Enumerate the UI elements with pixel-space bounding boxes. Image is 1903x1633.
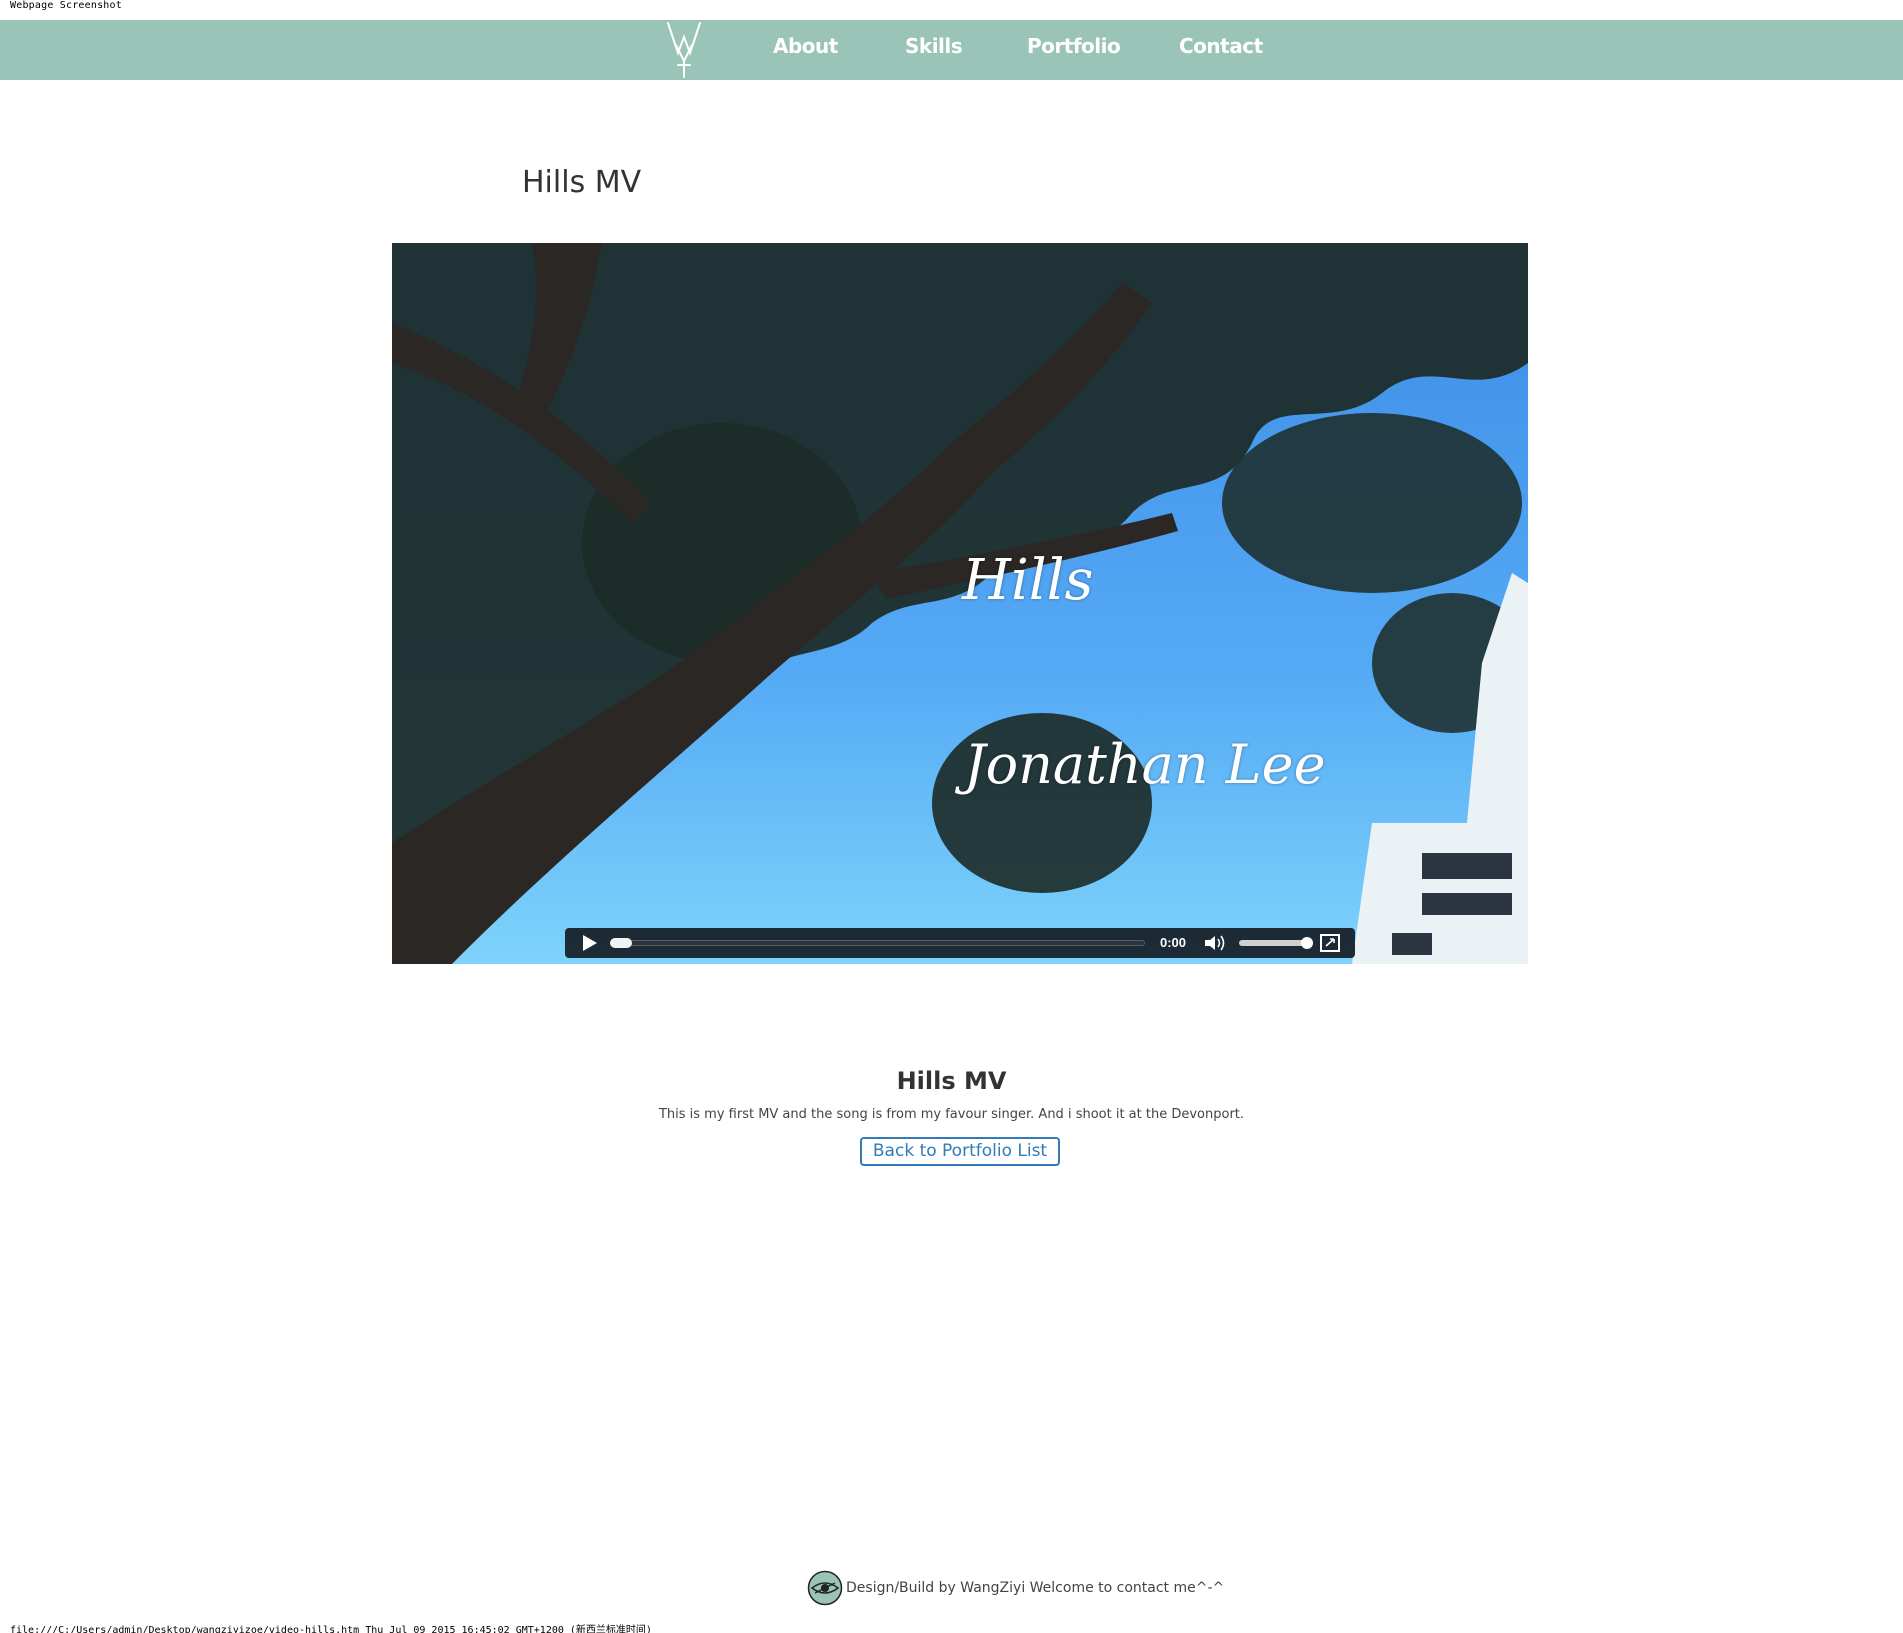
play-icon[interactable] — [579, 934, 599, 952]
volume-icon[interactable] — [1203, 934, 1227, 952]
progress-thumb[interactable] — [610, 938, 632, 948]
back-to-portfolio-button[interactable]: Back to Portfolio List — [860, 1137, 1060, 1166]
video-description: This is my first MV and the song is from… — [658, 1107, 1245, 1122]
nav-about[interactable]: About — [773, 34, 838, 58]
navbar: About Skills Portfolio Contact — [0, 20, 1903, 80]
volume-slider[interactable] — [1239, 937, 1313, 949]
video-player[interactable]: Hills Jonathan Lee 0:00 — [392, 243, 1528, 964]
nav-portfolio[interactable]: Portfolio — [1027, 34, 1121, 58]
volume-thumb[interactable] — [1301, 937, 1313, 949]
video-frame — [392, 243, 1528, 964]
video-details-title: Hills MV — [896, 1067, 1007, 1095]
main-nav: About Skills Portfolio Contact — [0, 20, 1903, 80]
print-header: Webpage Screenshot — [10, 0, 122, 11]
time-display: 0:00 — [1160, 935, 1187, 950]
progress-bar[interactable] — [610, 938, 1145, 948]
page-title: Hills MV — [522, 165, 642, 200]
nav-skills[interactable]: Skills — [905, 34, 963, 58]
video-overlay-title: Hills — [962, 548, 1094, 613]
print-footer: file:///C:/Users/admin/Desktop/wangziyiz… — [10, 1625, 652, 1633]
eye-logo-icon[interactable] — [807, 1570, 843, 1606]
video-overlay-artist: Jonathan Lee — [964, 733, 1326, 796]
video-controls: 0:00 — [565, 928, 1355, 958]
footer-credit: Design/Build by WangZiyi Welcome to cont… — [846, 1580, 1225, 1596]
fullscreen-icon[interactable] — [1320, 934, 1340, 952]
nav-contact[interactable]: Contact — [1179, 34, 1263, 58]
